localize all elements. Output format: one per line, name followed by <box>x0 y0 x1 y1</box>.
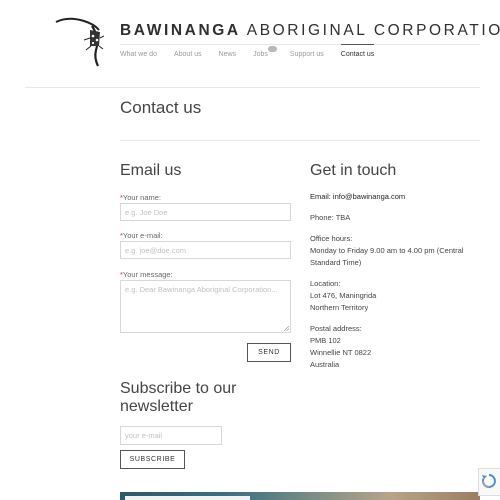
message-textarea[interactable] <box>120 280 291 333</box>
jobs-badge <box>267 46 277 52</box>
nav-news[interactable]: News <box>219 51 237 58</box>
site-title-strong: BAWINANGA <box>120 22 241 39</box>
site-title-rest: ABORIGINAL CORPORATION <box>240 22 500 39</box>
nav-what-we-do[interactable]: What we do <box>120 51 157 58</box>
nav-support-us[interactable]: Support us <box>290 51 324 58</box>
nav-label: What we do <box>120 51 157 58</box>
nav-jobs[interactable]: Jobs <box>253 46 277 58</box>
nav-about-us[interactable]: About us <box>174 51 202 58</box>
section-divider <box>120 140 480 141</box>
contact-email-text[interactable]: Email: info@bawinanga.com <box>310 192 405 201</box>
header-divider <box>25 87 480 88</box>
name-label: *Your name: <box>120 193 161 202</box>
footer-image <box>120 492 480 500</box>
footer-image-overlay <box>125 496 250 500</box>
nav-label: About us <box>173 51 202 58</box>
contact-email: Email: info@bawinanga.com <box>310 191 405 203</box>
office-hours-text: Monday to Friday 9.00 am to 4.00 pm (Cen… <box>310 246 464 267</box>
subscribe-button[interactable]: SUBSCRIBE <box>120 450 185 469</box>
location-line-1: Lot 476, Maningrida <box>310 291 377 300</box>
postal-line-3: Australia <box>310 360 340 369</box>
contact-phone: Phone: TBA <box>310 213 351 222</box>
recaptcha-icon <box>481 474 496 488</box>
recaptcha-badge[interactable] <box>478 468 500 496</box>
newsletter-heading: Subscribe to our newsletter <box>120 380 237 415</box>
site-logo[interactable] <box>54 16 105 68</box>
message-label-text: Your message: <box>122 270 173 279</box>
title-divider <box>120 44 480 45</box>
email-us-heading: Email us <box>120 162 182 179</box>
email-label-text: Your e-mail: <box>122 231 163 240</box>
send-button[interactable]: SEND <box>247 343 291 362</box>
nav-label: Contact us <box>340 51 375 58</box>
email-label: *Your e-mail: <box>120 231 163 240</box>
page-title: Contact us <box>120 98 202 117</box>
postal-line-2: Winnellie NT 0822 <box>310 348 372 357</box>
email-input[interactable] <box>120 241 291 259</box>
get-in-touch-heading: Get in touch <box>310 162 397 179</box>
resize-handle-icon[interactable] <box>283 325 289 331</box>
office-hours-title: Office hours: <box>310 234 353 243</box>
newsletter-email-input[interactable] <box>120 426 222 445</box>
location-line-2: Northern Territory <box>310 303 369 312</box>
nav-label: Support us <box>289 51 324 58</box>
nav-label: News <box>218 51 237 58</box>
nav-label: Jobs <box>253 51 268 58</box>
site-title[interactable]: BAWINANGA ABORIGINAL CORPORATION <box>120 22 500 40</box>
location-title: Location: <box>310 279 341 288</box>
nav-contact-us[interactable]: Contact us <box>340 44 375 58</box>
active-indicator <box>340 44 375 45</box>
postal-title: Postal address: <box>310 324 362 333</box>
name-label-text: Your name: <box>122 193 162 202</box>
main-nav: What we do About us News Jobs Support us… <box>120 44 391 58</box>
message-label: *Your message: <box>120 270 173 279</box>
name-input[interactable] <box>120 203 291 221</box>
postal-line-1: PMB 102 <box>310 336 341 345</box>
logo-crocodile-icon <box>55 17 105 67</box>
